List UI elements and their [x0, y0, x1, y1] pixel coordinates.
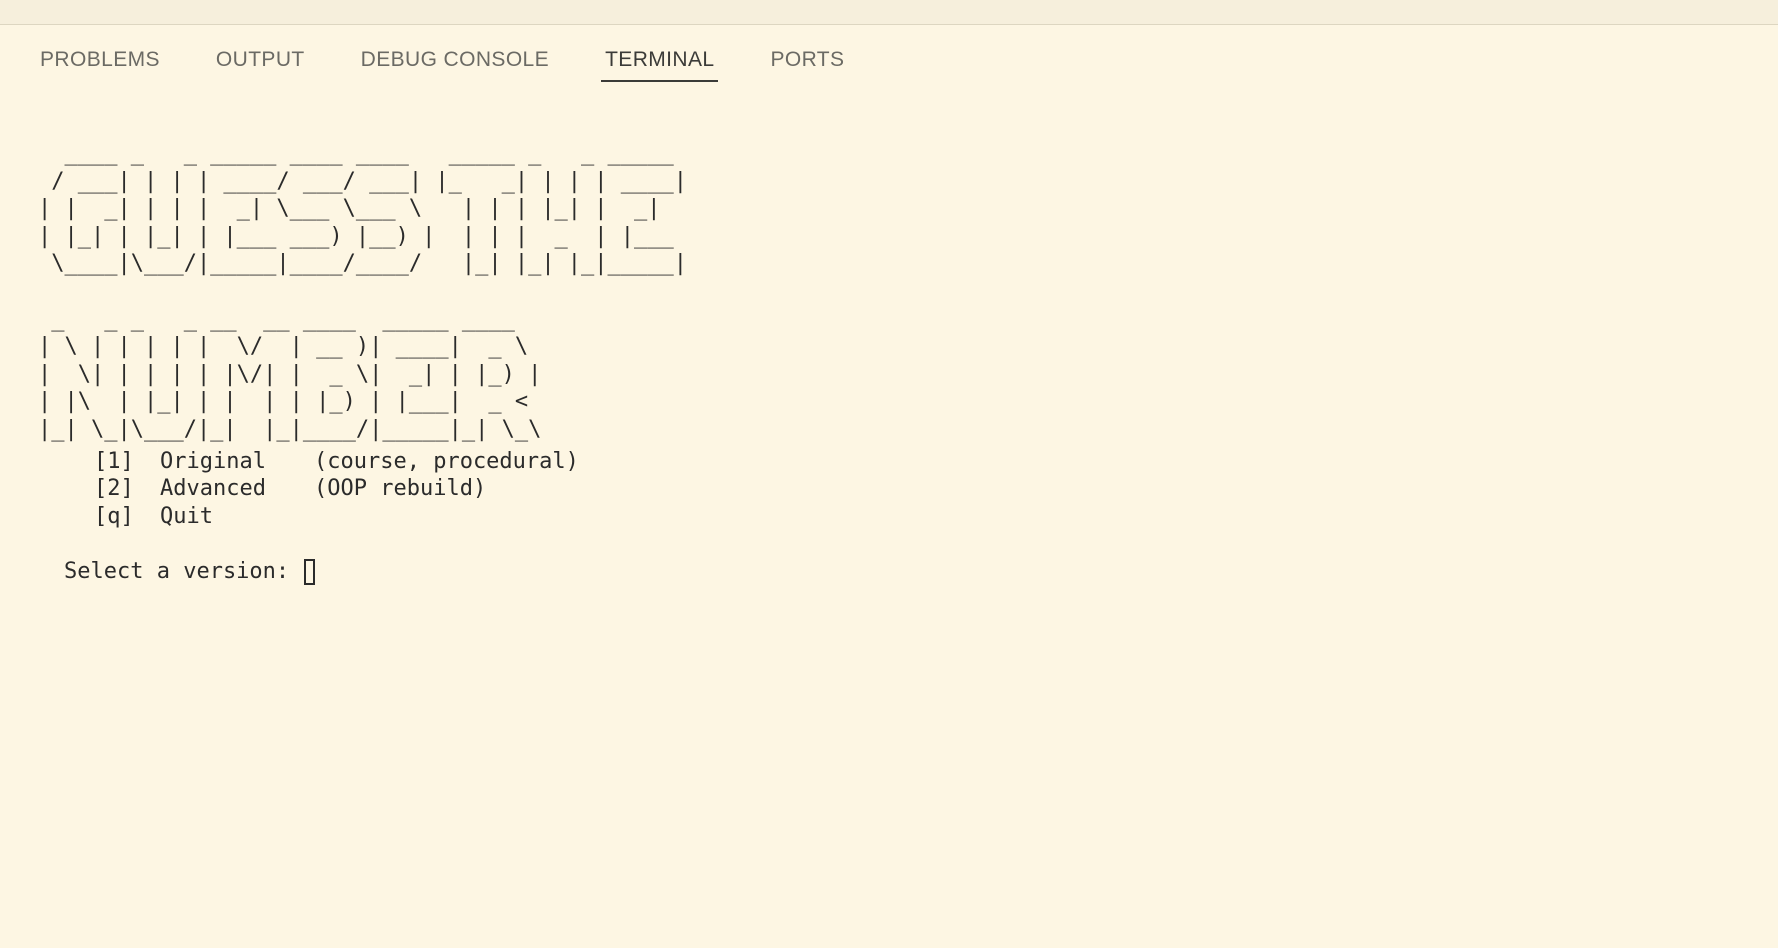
terminal-prompt-line[interactable]: Select a version: [64, 558, 1738, 586]
tab-problems[interactable]: PROBLEMS [36, 44, 164, 82]
banner-line: _ _ _ _ __ __ ____ _____ ____ [38, 306, 515, 332]
banner-line: ____ _ _ _____ ____ ____ _____ _ _ _____ [38, 141, 674, 166]
terminal-output[interactable]: ____ _ _ _____ ____ ____ _____ _ _ _____… [38, 140, 1738, 586]
banner-line: / ___| | | | ____/ ___/ ___| |_ _| | | |… [38, 168, 688, 194]
menu-item-original: [1] Original (course, procedural) [94, 448, 1738, 476]
menu-item-quit: [q]Quit​ [94, 503, 1738, 531]
terminal-cursor[interactable] [304, 559, 316, 586]
banner-line: ​ [38, 278, 1738, 306]
menu-desc: (OOP rebuild) [314, 476, 487, 502]
menu-key: [1] [94, 448, 134, 474]
prompt-text: Select a version: [64, 559, 303, 585]
menu-item-advanced: [2] Advanced (OOP rebuild) [94, 475, 1738, 503]
menu-name: Advanced [160, 476, 266, 502]
menu-key: [q] [94, 503, 134, 529]
tab-debug-console[interactable]: DEBUG CONSOLE [357, 44, 553, 82]
banner-line: | |_| | |_| | |___ ___) |__) | | | | _ |… [38, 223, 674, 249]
tab-ports[interactable]: PORTS [766, 44, 848, 82]
banner-line: |_| \_|\___/|_| |_|____/|_____|_| \_\ [38, 416, 542, 442]
menu-name: Quit [160, 503, 213, 529]
banner-line: \____|\___/|_____|____/____/ |_| |_| |_|… [38, 251, 688, 277]
top-strip [0, 0, 1778, 25]
banner-line: | \ | | | | | \/ | __ )| ____| _ \ [38, 334, 529, 360]
banner-line: | \| | | | | |\/| | _ \| _| | |_) | [38, 361, 542, 387]
menu-desc: (course, procedural) [314, 448, 579, 474]
banner-line: | |\ | |_| | | | | |_) | |___| _ < [38, 389, 529, 415]
panel-tab-bar: PROBLEMS OUTPUT DEBUG CONSOLE TERMINAL P… [36, 44, 896, 84]
menu-key: [2] [94, 476, 134, 502]
version-menu: [1] Original (course, procedural) [2] Advan… [94, 448, 1738, 531]
tab-terminal[interactable]: TERMINAL [601, 44, 719, 82]
menu-name: Original [160, 448, 266, 474]
banner-line: | | _| | | | _| \___ \___ \ | | | |_| | … [38, 196, 661, 222]
ascii-banner: ____ _ _ _____ ____ ____ _____ _ _ _____… [38, 140, 1738, 444]
tab-output[interactable]: OUTPUT [212, 44, 309, 82]
